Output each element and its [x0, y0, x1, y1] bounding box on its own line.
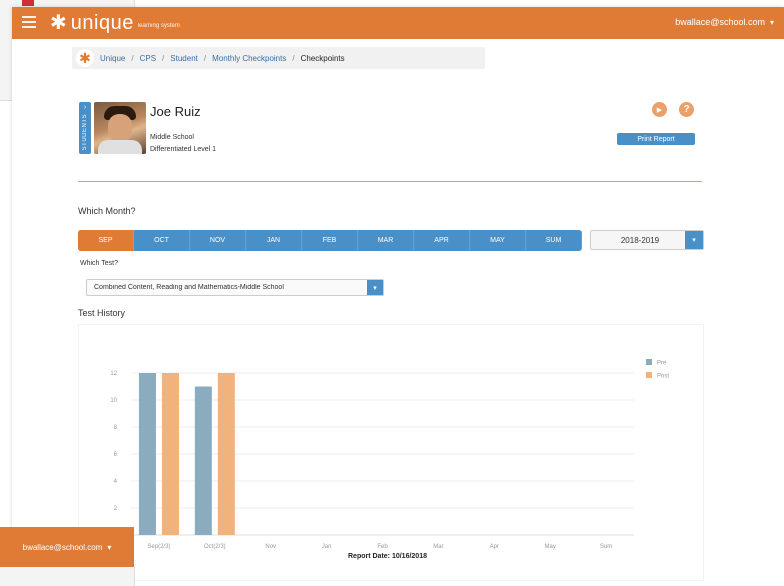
chevron-down-icon: ▾ — [367, 280, 383, 295]
breadcrumb-separator: / — [203, 53, 207, 63]
x-tick-label: Oct(2/3) — [204, 544, 226, 550]
logo-name: unique — [70, 11, 134, 34]
student-level: Differentiated Level 1 — [150, 146, 217, 153]
y-tick-label: 4 — [114, 479, 118, 485]
month-tabs: SEP OCT NOV JAN FEB MAR APR MAY SUM — [78, 230, 582, 251]
bar-post — [161, 373, 179, 535]
student-avatar — [94, 102, 146, 154]
play-icon[interactable]: ▶ — [652, 102, 667, 117]
month-tab-feb[interactable]: FEB — [302, 230, 358, 251]
user-email: bwallace@school.com — [675, 17, 765, 27]
breadcrumb-separator: / — [292, 53, 295, 63]
breadcrumb-separator: / — [131, 53, 134, 63]
main-window: ✱ unique learning system bwallace@school… — [12, 7, 784, 586]
student-name: Joe Ruiz — [150, 104, 201, 119]
logo-tagline: learning system — [137, 23, 180, 29]
month-tab-apr[interactable]: APR — [414, 230, 470, 251]
breadcrumb-monthly-checkpoints[interactable]: Monthly Checkpoints — [212, 54, 286, 63]
x-tick-label: Nov — [265, 544, 276, 550]
month-tab-nov[interactable]: NOV — [190, 230, 246, 251]
students-drawer-tab[interactable]: › STUDENTS — [79, 102, 91, 154]
bar-pre — [194, 386, 212, 535]
menu-icon[interactable] — [22, 16, 36, 28]
legend-label-post: Post — [657, 374, 669, 380]
year-select[interactable]: 2018-2019 ▾ — [590, 230, 704, 250]
month-tab-sum[interactable]: SUM — [526, 230, 582, 251]
background-window-tab — [22, 0, 34, 6]
y-tick-label: 12 — [110, 371, 117, 377]
x-tick-label: Feb — [377, 544, 388, 550]
month-tab-may[interactable]: MAY — [470, 230, 526, 251]
bar-post — [217, 373, 235, 535]
legend-swatch-post — [646, 372, 652, 378]
report-date: Report Date: 10/16/2018 — [348, 553, 427, 560]
user-menu-overlay[interactable]: bwallace@school.com ▾ — [0, 527, 134, 567]
breadcrumb-logo-icon: ✱ — [76, 49, 94, 67]
print-report-button[interactable]: Print Report — [617, 133, 695, 145]
user-menu[interactable]: bwallace@school.com ▾ — [675, 17, 774, 27]
app-logo[interactable]: ✱ unique learning system — [50, 11, 180, 35]
chevron-down-icon: ▾ — [107, 542, 112, 552]
x-tick-label: Sep(2/3) — [147, 544, 170, 550]
legend-label-pre: Pre — [657, 361, 667, 367]
breadcrumb-unique[interactable]: Unique — [100, 54, 125, 63]
x-tick-label: Jan — [322, 544, 332, 550]
x-tick-label: May — [544, 544, 555, 550]
breadcrumb-current: Checkpoints — [300, 53, 345, 63]
breadcrumb: ✱ Unique / CPS / Student / Monthly Check… — [72, 47, 485, 69]
test-history-heading: Test History — [78, 308, 126, 318]
chevron-right-icon: › — [83, 104, 87, 111]
bar-pre — [138, 373, 156, 535]
overlay-user-email: bwallace@school.com — [22, 542, 103, 552]
section-divider — [78, 181, 702, 182]
logo-snowflake-icon: ✱ — [50, 12, 67, 34]
x-tick-label: Sum — [600, 544, 612, 550]
month-tab-jan[interactable]: JAN — [246, 230, 302, 251]
legend-swatch-pre — [646, 359, 652, 365]
x-tick-label: Mar — [433, 544, 443, 550]
breadcrumb-separator: / — [162, 53, 165, 63]
y-tick-label: 6 — [114, 452, 118, 458]
month-tab-mar[interactable]: MAR — [358, 230, 414, 251]
chevron-down-icon: ▾ — [769, 17, 774, 27]
x-tick-label: Apr — [490, 544, 499, 550]
test-select-value: Combined Content, Reading and Mathematic… — [94, 284, 284, 291]
breadcrumb-cps[interactable]: CPS — [140, 54, 156, 63]
y-tick-label: 8 — [114, 425, 118, 431]
overlay-panel — [0, 567, 135, 586]
test-history-chart: 2 4 6 8 10 12 Sep(2/3) Oct(2/3) Nov Jan Feb Mar Apr M… — [78, 324, 704, 581]
chevron-down-icon: ▾ — [685, 231, 703, 249]
month-tab-sep[interactable]: SEP — [78, 230, 134, 251]
y-tick-label: 2 — [114, 506, 118, 512]
breadcrumb-student[interactable]: Student — [170, 54, 198, 63]
top-bar: ✱ unique learning system bwallace@school… — [12, 7, 784, 39]
month-tab-oct[interactable]: OCT — [134, 230, 190, 251]
chart-svg: 2 4 6 8 10 12 Sep(2/3) Oct(2/3) Nov Jan Feb Mar Apr M… — [110, 359, 669, 550]
year-select-value: 2018-2019 — [620, 235, 660, 245]
help-icon[interactable]: ? — [679, 102, 694, 117]
test-select[interactable]: Combined Content, Reading and Mathematic… — [86, 279, 384, 296]
students-tab-label: STUDENTS — [82, 114, 88, 151]
y-tick-label: 10 — [110, 398, 117, 404]
which-month-heading: Which Month? — [78, 206, 136, 216]
student-school: Middle School — [150, 134, 194, 141]
which-test-heading: Which Test? — [80, 260, 118, 267]
